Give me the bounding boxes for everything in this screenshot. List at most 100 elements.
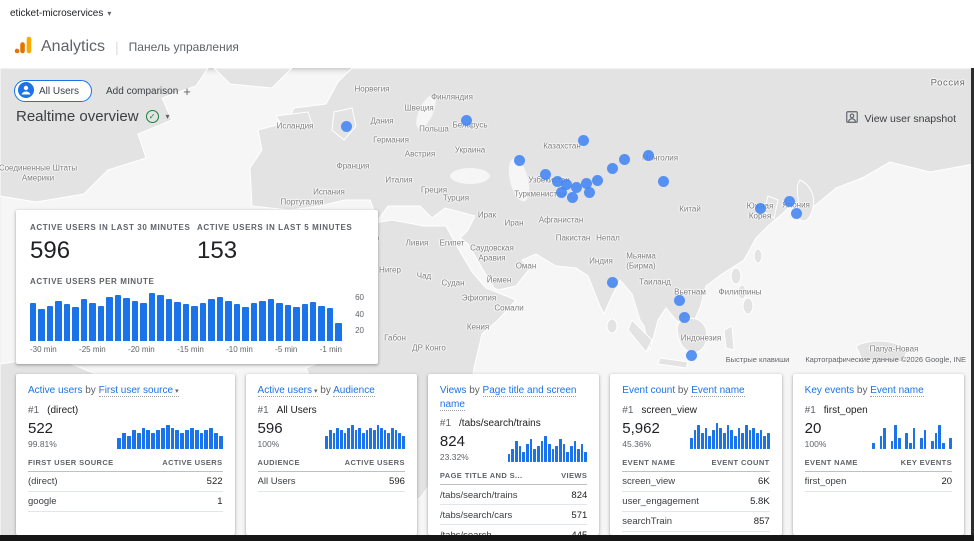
card-title[interactable]: Key events by Event name [805, 384, 952, 398]
spark-bar [355, 430, 358, 448]
table-header: AUDIENCEACTIVE USERS [258, 458, 405, 472]
last5-label: ACTIVE USERS IN LAST 5 MINUTES [197, 223, 364, 232]
table-body: screen_view6Kuser_engagement5.8KsearchTr… [622, 472, 769, 536]
card-title[interactable]: Active users by First user source▾ [28, 384, 223, 398]
map-country-label: Казахстан [543, 142, 581, 151]
table-row[interactable]: /tabs/search/cars571 [440, 505, 587, 525]
spark-bar [347, 428, 350, 449]
table-row[interactable]: google1 [28, 492, 223, 512]
card-dimension[interactable]: Event name [870, 385, 923, 397]
add-comparison-label: Add comparison [106, 86, 178, 97]
card-rank: #1 [805, 405, 816, 416]
card-dimension[interactable]: First user source▾ [99, 385, 179, 397]
row-value: 5.8K [750, 496, 770, 507]
card-metric[interactable]: Views [440, 385, 467, 396]
spark-bar [180, 433, 184, 449]
map-country-label: Нигер [379, 266, 401, 275]
y-tick: 20 [355, 326, 364, 335]
spark-bar [559, 439, 562, 462]
card-dimension[interactable]: Event name [691, 385, 744, 397]
view-user-snapshot-button[interactable]: View user snapshot [845, 110, 956, 127]
col-value: VIEWS [561, 471, 587, 480]
account-selector[interactable]: eticket-microservices ▾ [10, 8, 111, 19]
table-row[interactable]: /tabs/search445 [440, 525, 587, 535]
card-metric[interactable]: Active users▾ [258, 385, 318, 397]
map-country-label: Индия [589, 257, 613, 266]
table-row[interactable]: All Users596 [258, 472, 405, 492]
table-row[interactable]: (direct)522 [28, 472, 223, 492]
card-top-name: All Users [277, 405, 317, 416]
row-value: 1 [217, 496, 222, 507]
chart-bar [115, 295, 121, 341]
col-dimension: EVENT NAME [805, 458, 858, 467]
chevron-down-icon[interactable]: ▾ [166, 112, 170, 121]
spark-bar [931, 441, 934, 449]
map-country-label: Ливия [406, 239, 429, 248]
map-shortcuts-link[interactable]: Быстрые клавиши [726, 355, 790, 364]
spark-bar [351, 425, 354, 448]
spark-bar [938, 425, 941, 448]
active-user-dot [567, 192, 578, 203]
card-title[interactable]: Active users▾ by Audience [258, 384, 405, 398]
spark-bar [745, 425, 748, 448]
chart-bar [149, 293, 155, 341]
row-value: 522 [207, 476, 223, 487]
spark-bar [395, 430, 398, 448]
all-users-pill[interactable]: All Users [14, 80, 92, 102]
chart-bar [166, 299, 172, 341]
per-minute-label: ACTIVE USERS PER MINUTE [30, 277, 364, 286]
spark-bar [127, 436, 131, 449]
chart-bar [200, 303, 206, 341]
spark-bar [574, 441, 577, 462]
table-row[interactable]: /tabs/search/trains824 [440, 485, 587, 505]
spark-bar [526, 444, 529, 462]
header-divider: | [115, 39, 119, 55]
all-users-label: All Users [39, 86, 79, 97]
card-metric[interactable]: Active users [28, 385, 82, 396]
map-country-label: Эфиопия [462, 294, 496, 303]
spark-bar [161, 428, 165, 449]
table-row[interactable]: searchTrain857 [622, 512, 769, 532]
spark-bar [373, 430, 376, 448]
active-user-dot [578, 135, 589, 146]
chart-bar [183, 304, 189, 341]
table-row[interactable]: user_engagement5.8K [622, 492, 769, 512]
table-body: first_open20 [805, 472, 952, 492]
spark-bar [377, 425, 380, 448]
x-tick: -20 min [128, 345, 155, 354]
map-country-label: Испания [313, 188, 345, 197]
card-percent: 99.81% [28, 439, 57, 449]
map-country-label: ДР Конго [412, 344, 446, 353]
col-value: KEY EVENTS [901, 458, 952, 467]
chart-bar [251, 303, 257, 341]
active-users-chart-bars [30, 293, 342, 341]
map-country-label: Португалия [281, 198, 324, 207]
table-row[interactable]: screen_view6K [622, 472, 769, 492]
spark-bar [727, 425, 730, 448]
card-title[interactable]: Event count by Event name [622, 384, 769, 398]
map-country-label: Украина [455, 146, 485, 155]
card-title[interactable]: Views by Page title and screen name [440, 384, 587, 411]
card-percent: 45.36% [622, 439, 660, 449]
card-metric[interactable]: Event count [622, 385, 675, 396]
card-by-word: by [857, 385, 868, 396]
card-sparkline [325, 419, 405, 449]
last5-value: 153 [197, 237, 364, 265]
card-metric[interactable]: Key events [805, 385, 854, 396]
active-user-dot [791, 208, 802, 219]
card-dimension[interactable]: Audience [333, 385, 375, 397]
spark-bar [214, 433, 218, 449]
spark-bar [756, 433, 759, 449]
chart-bar [293, 307, 299, 341]
table-body: /tabs/search/trains824/tabs/search/cars5… [440, 485, 587, 535]
row-value: 824 [571, 490, 587, 501]
add-comparison-button[interactable]: Add comparison + [106, 84, 191, 99]
spark-bar [942, 443, 945, 448]
spark-bar [705, 428, 708, 449]
chart-x-axis: -30 min-25 min-20 min-15 min-10 min-5 mi… [30, 345, 342, 354]
table-row[interactable]: first_open20 [805, 472, 952, 492]
table-header: FIRST USER SOURCEACTIVE USERS [28, 458, 223, 472]
card-value: 20 [805, 420, 827, 437]
account-bar: eticket-microservices ▾ [0, 0, 974, 26]
spark-bar [369, 428, 372, 449]
